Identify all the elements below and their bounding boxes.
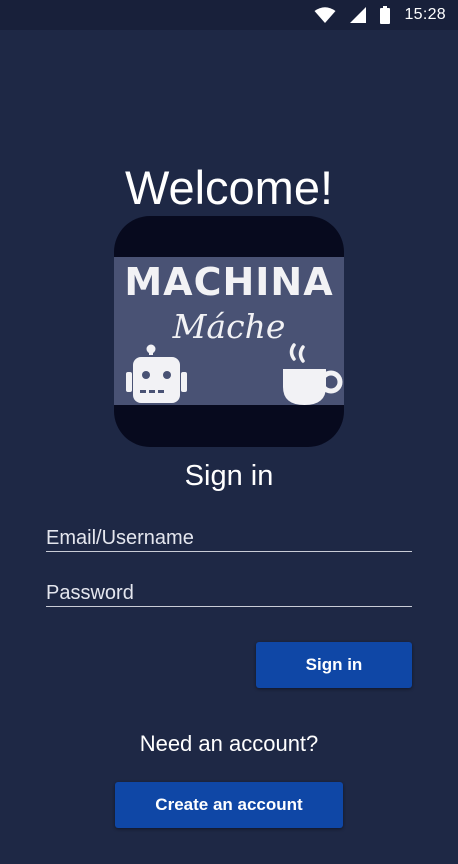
status-time: 15:28 <box>404 6 446 23</box>
email-username-input[interactable] <box>46 526 412 552</box>
logo-title: MACHINA <box>124 260 333 304</box>
welcome-heading: Welcome! <box>124 161 334 214</box>
logo-artwork: MACHINA Máche <box>124 260 343 405</box>
create-account-button[interactable]: Create an account <box>115 782 343 828</box>
app-logo: MACHINA Máche <box>114 216 344 447</box>
need-account-text: Need an account? <box>139 731 319 756</box>
cell-signal-icon <box>350 7 367 23</box>
battery-icon <box>380 6 391 24</box>
robot-icon <box>126 344 187 403</box>
logo-subtitle: Máche <box>172 307 286 346</box>
sign-in-heading: Sign in <box>184 460 274 492</box>
coffee-cup-icon <box>283 343 343 405</box>
status-bar: 15:28 <box>0 0 458 30</box>
password-input[interactable] <box>46 581 412 607</box>
wifi-icon <box>314 7 336 23</box>
sign-in-button[interactable]: Sign in <box>256 642 412 688</box>
